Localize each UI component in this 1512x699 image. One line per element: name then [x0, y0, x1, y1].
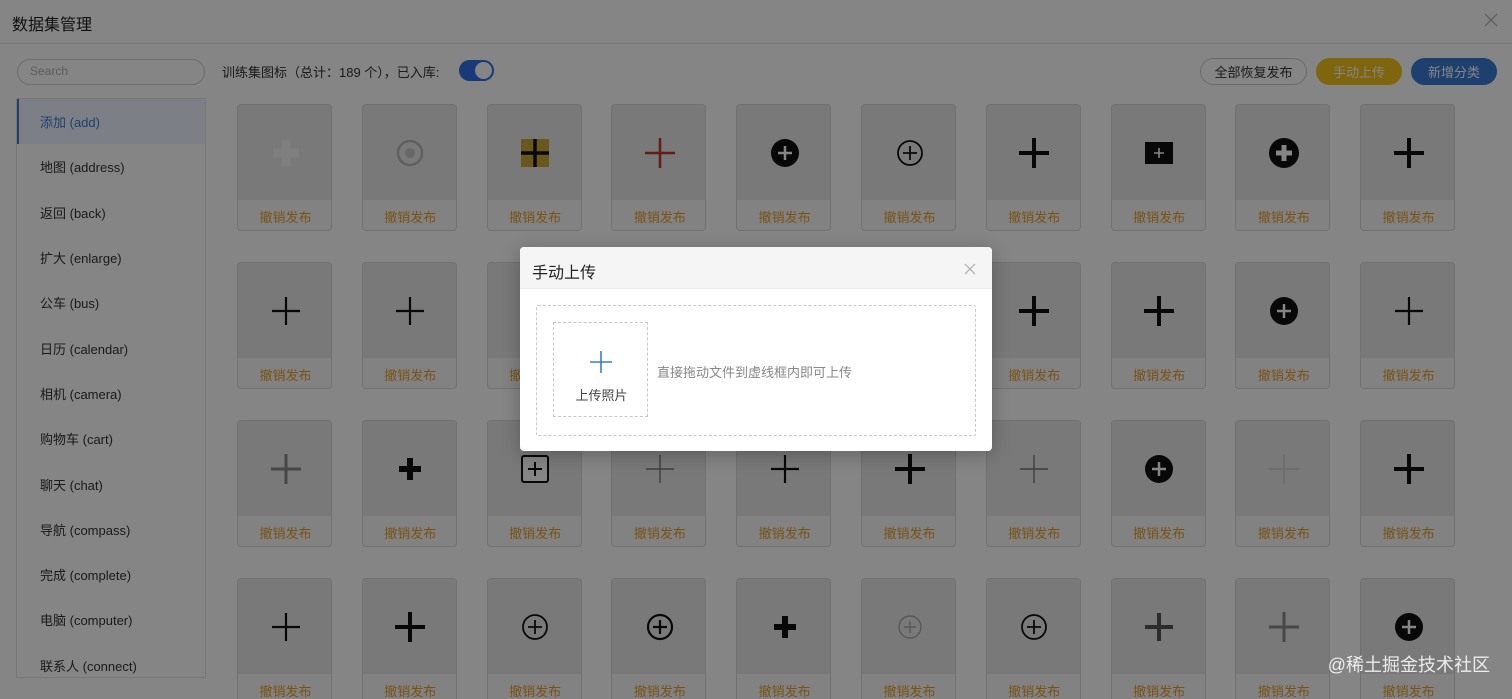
manual-upload-dialog: 手动上传 上传照片 直接拖动文件到虚线框内即可上传: [520, 247, 992, 451]
close-icon[interactable]: [964, 263, 976, 275]
drag-hint-text: 直接拖动文件到虚线框内即可上传: [657, 365, 853, 380]
watermark: @稀土掘金技术社区: [1327, 655, 1490, 675]
dialog-title: 手动上传: [532, 265, 597, 282]
upload-photo-button[interactable]: 上传照片: [553, 322, 648, 417]
dialog-header: 手动上传: [520, 247, 992, 289]
upload-photo-label: 上传照片: [575, 388, 628, 403]
plus-icon: [590, 351, 612, 373]
file-dropzone[interactable]: 上传照片 直接拖动文件到虚线框内即可上传: [536, 305, 976, 436]
